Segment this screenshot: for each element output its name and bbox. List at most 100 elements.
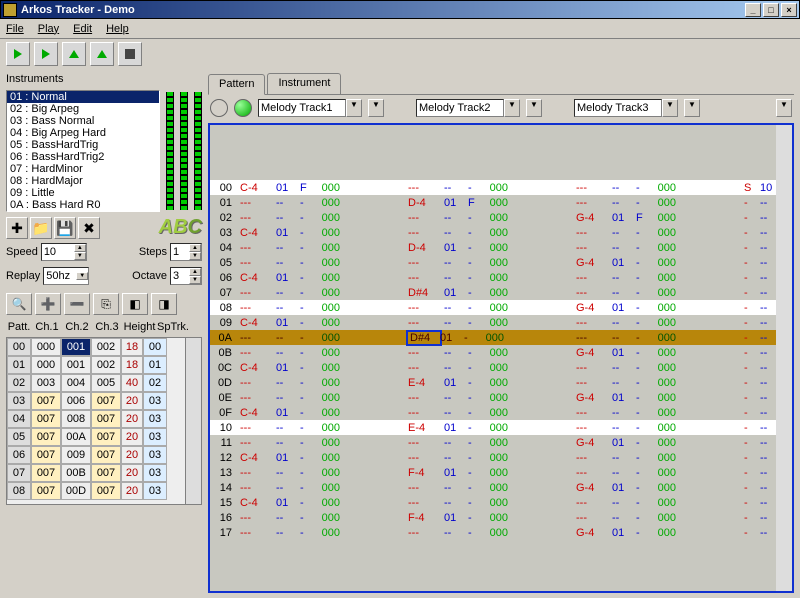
pattern-row[interactable]: 0700700B0072003	[7, 464, 201, 482]
menu-play[interactable]: Play	[38, 23, 59, 35]
tracker-row[interactable]: 07------000D#401-000------000---	[210, 285, 792, 300]
pattern-row[interactable]: 0500700A0072003	[7, 428, 201, 446]
play-from-button[interactable]	[62, 42, 86, 66]
track3-opts[interactable]: ▼	[684, 99, 700, 117]
view-del-button[interactable]: ➖	[64, 293, 90, 315]
instr-add-button[interactable]: ✚	[6, 217, 28, 239]
tracker-row[interactable]: 0CC-401-000------000------000---	[210, 360, 792, 375]
instrument-item[interactable]: 06 : BassHardTrig2	[7, 151, 159, 163]
maximize-button[interactable]: □	[763, 3, 779, 17]
tracker-row[interactable]: 08------000------000G-401-000---	[210, 300, 792, 315]
tab-pattern[interactable]: Pattern	[208, 74, 265, 95]
speed-spinner[interactable]: ▲▼	[41, 243, 87, 261]
tracker-row[interactable]: 0A------000D#401-000------000---	[210, 330, 792, 345]
track3-select[interactable]	[574, 99, 662, 117]
channel-toggle-b[interactable]: B	[173, 216, 187, 239]
tracker-row[interactable]: 13------000F-401-000------000---	[210, 465, 792, 480]
pattern-row[interactable]: 010000010021801	[7, 356, 201, 374]
pattern-row[interactable]: 040070080072003	[7, 410, 201, 428]
track2-dropdown[interactable]: ▼	[504, 99, 520, 117]
menu-edit[interactable]: Edit	[73, 23, 92, 35]
tracker-row[interactable]: 16------000F-401-000------000---	[210, 510, 792, 525]
vu-b	[180, 92, 188, 210]
tracker-row[interactable]: 10------000E-401-000------000---	[210, 420, 792, 435]
tracker-row[interactable]: 0FC-401-000------000------000---	[210, 405, 792, 420]
stop-button[interactable]	[118, 42, 142, 66]
instrument-item[interactable]: 05 : BassHardTrig	[7, 139, 159, 151]
minimize-button[interactable]: _	[745, 3, 761, 17]
tracker-row[interactable]: 12C-401-000------000------000---	[210, 450, 792, 465]
tracker-row[interactable]: 06C-401-000------000------000---	[210, 270, 792, 285]
play-button[interactable]	[6, 42, 30, 66]
menu-file[interactable]: File	[6, 23, 24, 35]
app-icon	[3, 3, 17, 17]
tracker-row[interactable]: 0D------000E-401-000------000---	[210, 375, 792, 390]
play-pattern-button[interactable]	[34, 42, 58, 66]
view-expand-button[interactable]: ◨	[151, 293, 177, 315]
instrument-item[interactable]: 03 : Bass Normal	[7, 115, 159, 127]
titlebar: Arkos Tracker - Demo _ □ ×	[0, 0, 800, 19]
view-zoom-button[interactable]: 🔍	[6, 293, 32, 315]
replay-label: Replay	[6, 270, 40, 282]
instrument-item[interactable]: 04 : Big Arpeg Hard	[7, 127, 159, 139]
tracker-row[interactable]: 03C-401-000------000------000---	[210, 225, 792, 240]
tracker-row[interactable]: 17------000------000G-401-000---	[210, 525, 792, 540]
pattern-row[interactable]: 020030040054002	[7, 374, 201, 392]
channel-toggle-c[interactable]: C	[188, 216, 202, 239]
channel-toggle-a[interactable]: A	[159, 216, 173, 239]
steps-spinner[interactable]: ▲▼	[170, 243, 202, 261]
menubar: File Play Edit Help	[0, 19, 800, 39]
tracker-row[interactable]: 14------000------000G-401-000---	[210, 480, 792, 495]
special-track-opts[interactable]: ▼	[776, 99, 792, 117]
play-indicator[interactable]	[234, 99, 252, 117]
replay-select[interactable]: ▼	[43, 267, 89, 285]
speed-label: Speed	[6, 246, 38, 258]
track1-dropdown[interactable]: ▼	[346, 99, 362, 117]
pattern-row[interactable]: 030070060072003	[7, 392, 201, 410]
view-clone-button[interactable]: ⎘	[93, 293, 119, 315]
play-line-button[interactable]	[90, 42, 114, 66]
pattern-list-header: Patt.Ch.1 Ch.2Ch.3 HeightSpTrk.	[6, 321, 202, 333]
instrument-list[interactable]: 01 : Normal02 : Big Arpeg03 : Bass Norma…	[6, 90, 160, 212]
tracker-row[interactable]: 05------000------000G-401-000---	[210, 255, 792, 270]
tracker-row[interactable]: 02------000------000G-401F000---	[210, 210, 792, 225]
pattern-list-scrollbar[interactable]	[185, 338, 201, 504]
tracker-row[interactable]: 01------000D-401F000------000---	[210, 195, 792, 210]
tracker-row[interactable]: 0B------000------000G-401-000---	[210, 345, 792, 360]
tab-instrument[interactable]: Instrument	[267, 73, 341, 94]
track3-dropdown[interactable]: ▼	[662, 99, 678, 117]
instrument-item[interactable]: 09 : Little	[7, 187, 159, 199]
instrument-item[interactable]: 01 : Normal	[7, 91, 159, 103]
track2-opts[interactable]: ▼	[526, 99, 542, 117]
rec-indicator[interactable]	[210, 99, 228, 117]
view-shrink-button[interactable]: ◧	[122, 293, 148, 315]
right-tabs: Pattern Instrument	[208, 73, 794, 95]
pattern-row[interactable]: 060070090072003	[7, 446, 201, 464]
instrument-item[interactable]: 07 : HardMinor	[7, 163, 159, 175]
instr-load-button[interactable]: 📁	[30, 217, 52, 239]
vu-c	[194, 92, 202, 210]
track1-opts[interactable]: ▼	[368, 99, 384, 117]
instr-save-button[interactable]: 💾	[54, 217, 76, 239]
menu-help[interactable]: Help	[106, 23, 129, 35]
tracker-scrollbar[interactable]	[776, 125, 792, 591]
tracker-row[interactable]: 00C-401F000------000------000S10	[210, 180, 792, 195]
tracker-row[interactable]: 0E------000------000G-401-000---	[210, 390, 792, 405]
track1-select[interactable]	[258, 99, 346, 117]
tracker-row[interactable]: 11------000------000G-401-000---	[210, 435, 792, 450]
tracker-grid[interactable]: 00C-401F000------000------000S1001------…	[208, 123, 794, 593]
instrument-item[interactable]: 0A : Bass Hard R0	[7, 199, 159, 211]
tracker-row[interactable]: 04------000D-401-000------000---	[210, 240, 792, 255]
pattern-row[interactable]: 000000010021800	[7, 338, 201, 356]
view-add-button[interactable]: ➕	[35, 293, 61, 315]
pattern-row[interactable]: 0800700D0072003	[7, 482, 201, 500]
instrument-item[interactable]: 08 : HardMajor	[7, 175, 159, 187]
instrument-item[interactable]: 02 : Big Arpeg	[7, 103, 159, 115]
instr-delete-button[interactable]: ✖	[78, 217, 100, 239]
track2-select[interactable]	[416, 99, 504, 117]
pattern-list[interactable]: 0000000100218000100000100218010200300400…	[6, 337, 202, 505]
tracker-row[interactable]: 09C-401-000------000------000---	[210, 315, 792, 330]
close-button[interactable]: ×	[781, 3, 797, 17]
octave-spinner[interactable]: ▲▼	[170, 267, 202, 285]
tracker-row[interactable]: 15C-401-000------000------000---	[210, 495, 792, 510]
